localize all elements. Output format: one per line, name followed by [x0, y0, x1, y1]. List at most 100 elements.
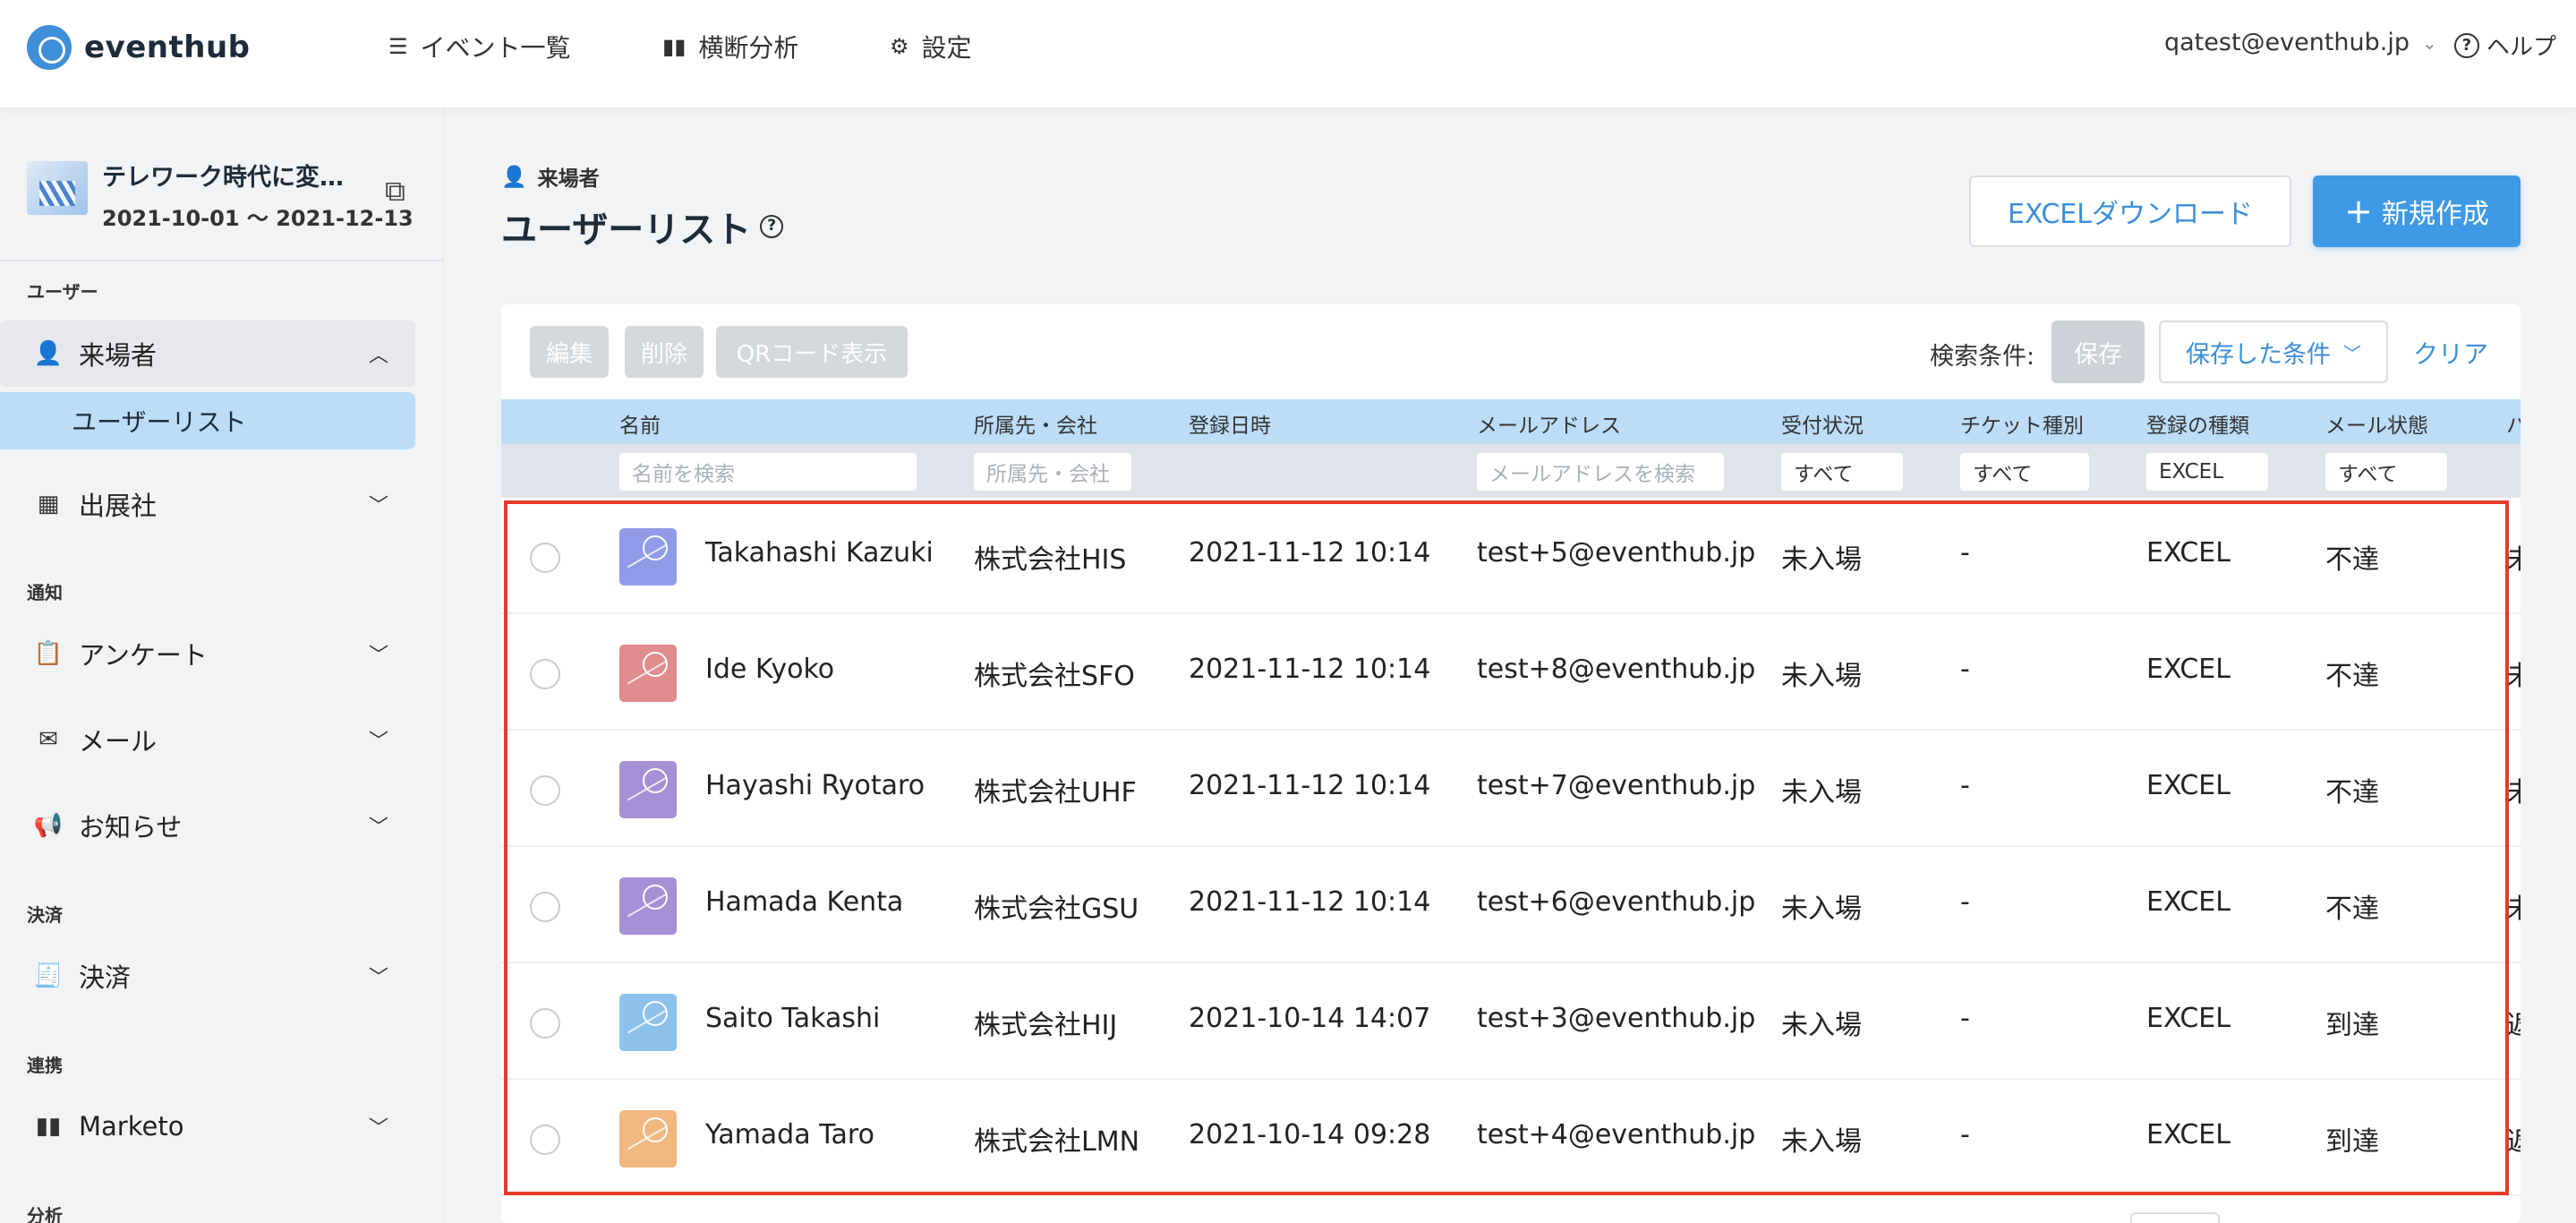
logo-icon	[27, 25, 72, 70]
cell-truncated: 未	[2506, 894, 2521, 925]
user-icon: 👤	[501, 165, 527, 189]
cell-mail-status: 到達	[2325, 1126, 2379, 1158]
cell-registered-at: 2021-11-12 10:14	[1189, 886, 1431, 918]
sidebar-item-payment[interactable]: 🧾 決済 ﹀	[0, 943, 415, 1009]
table-row[interactable]: Takahashi Kazuki 株式会社HIS 2021-11-12 10:14 t…	[501, 498, 2521, 614]
user-email: qatest@eventhub.jp	[2164, 29, 2410, 56]
edit-button[interactable]: 編集	[530, 326, 609, 378]
column-header-reception[interactable]: 受付状況	[1781, 408, 1864, 439]
section-payment: 決済	[27, 904, 63, 926]
marketo-icon: ▮▮	[35, 1113, 62, 1140]
nav-event-list[interactable]: ☰ イベント一覧	[388, 29, 571, 64]
cell-truncated: 返	[2506, 1010, 2521, 1041]
registration-filter-select[interactable]: EXCEL	[2146, 453, 2268, 491]
question-circle-icon[interactable]: ?	[760, 215, 784, 238]
plus-icon: +	[2344, 192, 2373, 231]
company-search-input[interactable]: 所属先・会社	[974, 453, 1131, 491]
row-select-radio[interactable]	[530, 1125, 560, 1155]
chevron-down-icon: ﹀	[368, 645, 388, 667]
chevron-down-icon: ﹀	[368, 731, 388, 753]
reception-filter-select[interactable]: すべて	[1781, 453, 1903, 491]
cell-email: test+5@eventhub.jp	[1477, 537, 1756, 569]
column-header-ticket[interactable]: チケット種別	[1960, 408, 2084, 439]
saved-conditions-dropdown[interactable]: 保存した条件 ﹀	[2159, 321, 2388, 383]
delete-button[interactable]: 削除	[625, 326, 704, 378]
nav-event-list-label: イベント一覧	[420, 33, 571, 63]
sidebar-item-visitors[interactable]: 👤 来場者 ︿	[0, 321, 415, 387]
sidebar-item-user-list[interactable]: ユーザーリスト	[0, 392, 415, 449]
event-card: テレワーク時代に変… 2021-10-01 〜 2021-12-13 ⧉	[27, 154, 421, 244]
cell-reception-status: 未入場	[1781, 661, 1862, 692]
event-title: テレワーク時代に変…	[102, 164, 344, 192]
column-header-name[interactable]: 名前	[619, 408, 661, 439]
external-link-icon[interactable]: ⧉	[385, 174, 405, 209]
gear-icon: ⚙	[890, 34, 909, 59]
cell-registered-at: 2021-10-14 14:07	[1189, 1003, 1431, 1034]
table-toolbar: 編集 削除 QRコード表示 検索条件: 保存 保存した条件 ﹀ クリア	[501, 304, 2521, 399]
excel-download-button[interactable]: EXCELダウンロード	[1969, 175, 2291, 247]
sidebar-divider	[0, 260, 444, 261]
pagination[interactable]	[2130, 1212, 2220, 1223]
sidebar-item-marketo[interactable]: ▮▮ Marketo ﹀	[0, 1093, 415, 1159]
sidebar-item-mail[interactable]: ✉ メール ﹀	[0, 706, 415, 773]
sidebar-item-payment-label: 決済	[79, 962, 132, 993]
cell-registered-at: 2021-11-12 10:14	[1189, 537, 1431, 569]
column-header-truncated[interactable]: ハ	[2506, 408, 2521, 439]
cell-name: Takahashi Kazuki	[705, 537, 934, 569]
sidebar-item-survey[interactable]: 📋 アンケート ﹀	[0, 620, 415, 687]
column-header-mail-status[interactable]: メール状態	[2325, 408, 2428, 439]
chevron-down-icon: ﹀	[368, 967, 388, 989]
cell-registered-at: 2021-11-12 10:14	[1189, 770, 1431, 801]
cell-truncated: 未	[2506, 544, 2521, 576]
table-row[interactable]: Hayashi Ryotaro 株式会社UHF 2021-11-12 10:14 te…	[501, 731, 2521, 847]
cell-mail-status: 不達	[2325, 661, 2379, 692]
sidebar-item-survey-label: アンケート	[79, 640, 208, 671]
sidebar-item-exhibitors[interactable]: ▦ 出展社 ﹀	[0, 471, 415, 537]
cell-registration-type: EXCEL	[2146, 1003, 2231, 1034]
table-row[interactable]: Saito Takashi 株式会社HIJ 2021-10-14 14:07 test…	[501, 963, 2521, 1080]
save-conditions-button[interactable]: 保存	[2051, 321, 2145, 383]
sidebar: テレワーク時代に変… 2021-10-01 〜 2021-12-13 ⧉ ユーザ…	[0, 107, 444, 1223]
table-row[interactable]: Hamada Kenta 株式会社GSU 2021-11-12 10:14 test+…	[501, 847, 2521, 963]
breadcrumb-label: 来場者	[537, 167, 600, 191]
section-user: ユーザー	[27, 281, 98, 303]
megaphone-icon: 📢	[33, 812, 64, 839]
column-header-company[interactable]: 所属先・会社	[974, 408, 1097, 439]
clear-button[interactable]: クリア	[2413, 335, 2488, 371]
cell-registration-type: EXCEL	[2146, 1119, 2231, 1150]
table-row[interactable]: Ide Kyoko 株式会社SFO 2021-11-12 10:14 test+8@e…	[501, 614, 2521, 731]
name-search-input[interactable]: 名前を検索	[619, 453, 917, 491]
filter-row: 名前を検索 所属先・会社 メールアドレスを検索 すべて すべて EXCEL すべ…	[501, 444, 2521, 498]
new-create-button[interactable]: + 新規作成	[2313, 175, 2521, 247]
help-link[interactable]: ? ヘルプ	[2454, 29, 2556, 62]
ticket-filter-select[interactable]: すべて	[1960, 453, 2089, 491]
sidebar-item-news[interactable]: 📢 お知らせ ﹀	[0, 792, 415, 859]
column-header-date[interactable]: 登録日時	[1189, 408, 1271, 439]
cell-reception-status: 未入場	[1781, 544, 1862, 576]
row-select-radio[interactable]	[530, 659, 560, 689]
row-select-radio[interactable]	[530, 543, 560, 573]
mail-status-filter-select[interactable]: すべて	[2325, 453, 2447, 491]
row-select-radio[interactable]	[530, 892, 560, 922]
row-select-radio[interactable]	[530, 775, 560, 806]
nav-settings[interactable]: ⚙ 設定	[890, 29, 972, 64]
cell-email: test+6@eventhub.jp	[1477, 886, 1756, 918]
saved-conditions-label: 保存した条件	[2186, 340, 2331, 369]
search-conditions-label: 検索条件:	[1930, 343, 2035, 371]
column-header-email[interactable]: メールアドレス	[1477, 408, 1621, 439]
cell-name: Yamada Taro	[705, 1119, 874, 1150]
user-menu[interactable]: qatest@eventhub.jp ⌄	[2164, 29, 2437, 56]
logo[interactable]: eventhub	[27, 25, 251, 70]
table-row[interactable]: Yamada Taro 株式会社LMN 2021-10-14 09:28 test+4…	[501, 1080, 2521, 1196]
sidebar-item-mail-label: メール	[79, 726, 158, 757]
nav-settings-label: 設定	[921, 33, 972, 63]
qr-code-button[interactable]: QRコード表示	[716, 326, 908, 378]
email-search-input[interactable]: メールアドレスを検索	[1477, 453, 1724, 491]
row-select-radio[interactable]	[530, 1008, 560, 1039]
event-date: 2021-10-01 〜 2021-12-13	[102, 206, 414, 231]
cell-registration-type: EXCEL	[2146, 886, 2231, 918]
column-header-registration[interactable]: 登録の種類	[2146, 408, 2249, 439]
nav-cross-analysis[interactable]: ▮▮ 横断分析	[662, 29, 798, 64]
cell-mail-status: 不達	[2325, 777, 2379, 808]
chevron-down-icon: ﹀	[368, 817, 388, 839]
